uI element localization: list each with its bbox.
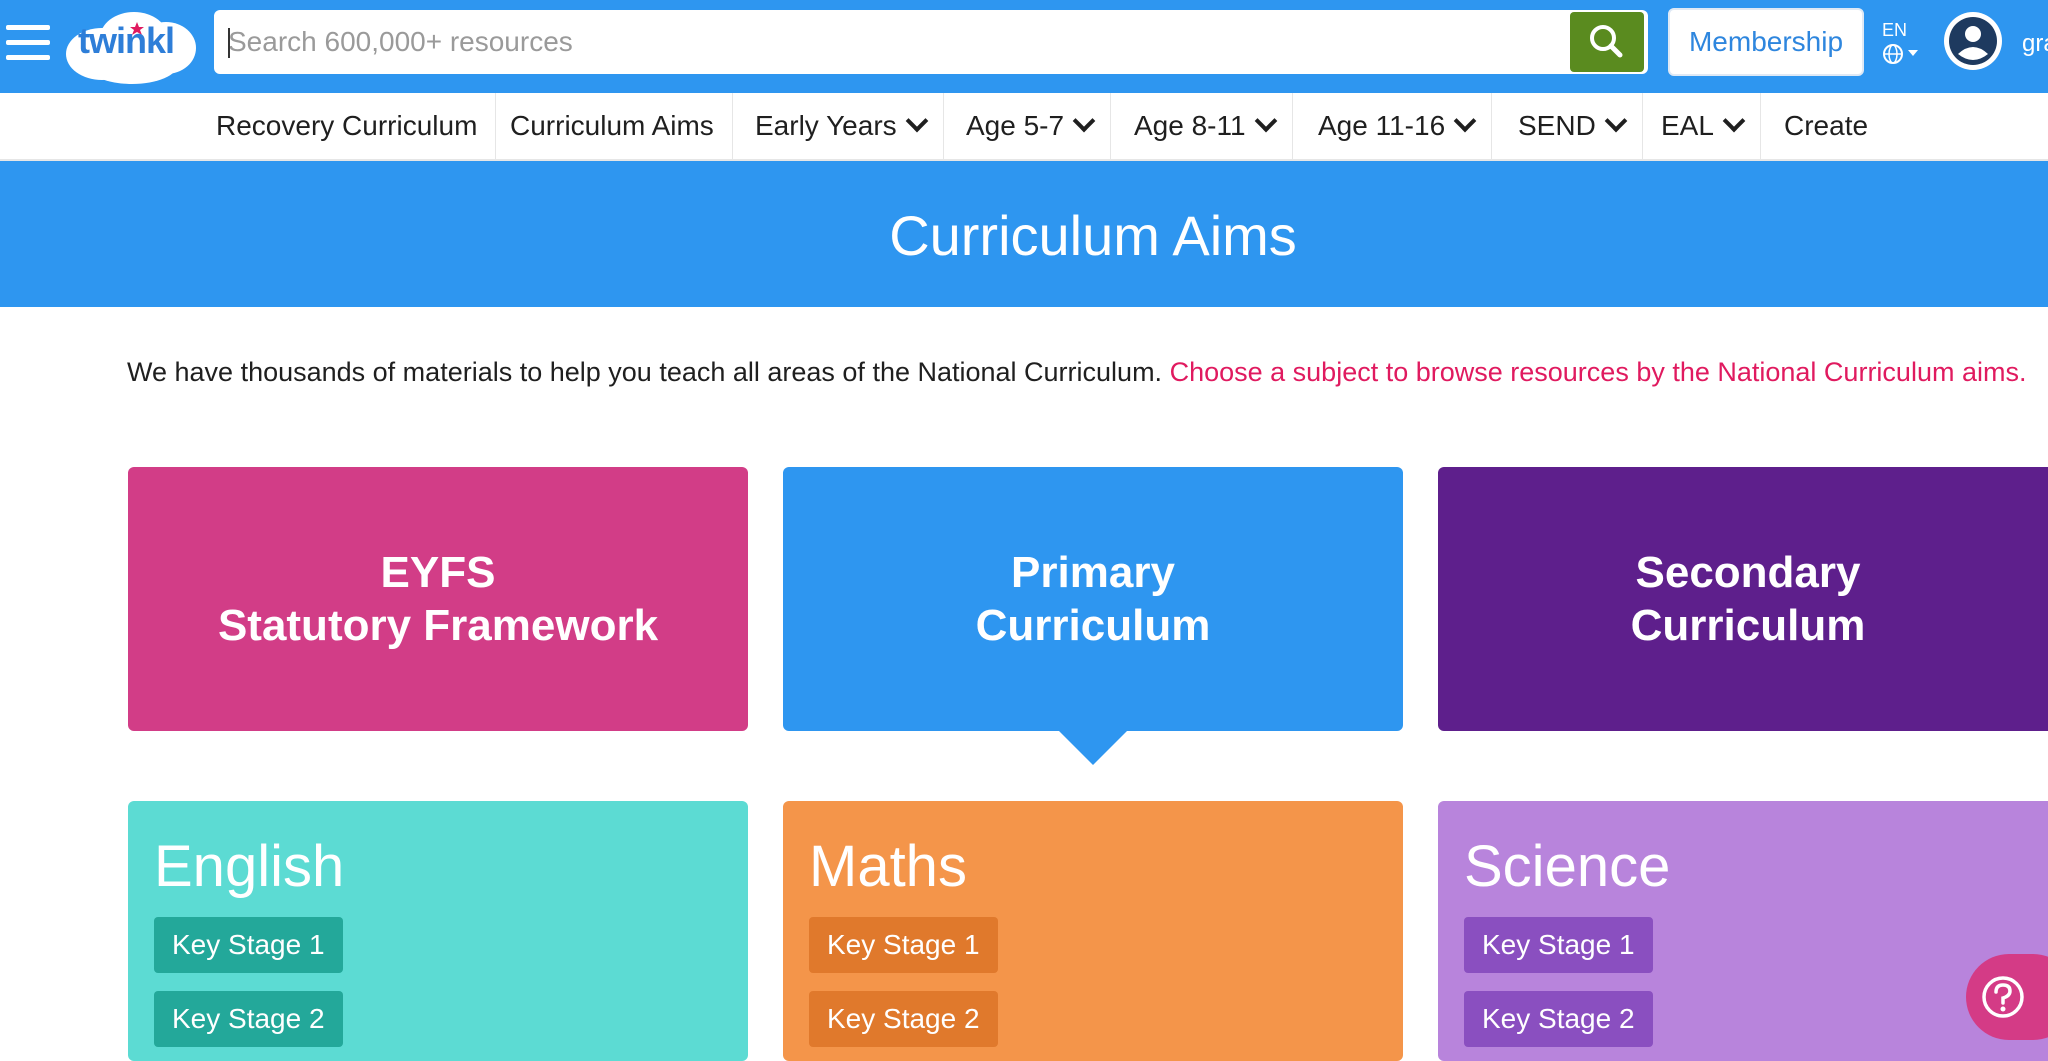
subject-card-english: English Key Stage 1 Key Stage 2 [128, 801, 748, 1061]
nav-item-send[interactable]: SEND [1500, 93, 1643, 159]
top-bar: twinkl Membership EN gra [0, 0, 2048, 93]
curriculum-card-primary[interactable]: Primary Curriculum [783, 467, 1403, 731]
chevron-down-icon [1072, 109, 1096, 133]
nav-item-age-11-16[interactable]: Age 11-16 [1300, 93, 1493, 159]
intro-description: We have thousands of materials to help y… [127, 357, 1163, 387]
curriculum-card-eyfs[interactable]: EYFS Statutory Framework [128, 467, 748, 731]
search-input[interactable] [228, 10, 1568, 74]
subject-title[interactable]: English [154, 833, 344, 900]
key-stage-2-button[interactable]: Key Stage 2 [1464, 991, 1653, 1047]
key-stage-1-button[interactable]: Key Stage 1 [1464, 917, 1653, 973]
nav-item-early-years[interactable]: Early Years [737, 93, 944, 159]
search-button[interactable] [1570, 12, 1644, 72]
membership-button[interactable]: Membership [1668, 8, 1864, 76]
help-button[interactable] [1966, 954, 2048, 1040]
search-bar [214, 10, 1648, 74]
logo-text: twinkl [78, 20, 175, 61]
subject-title[interactable]: Science [1464, 833, 1670, 900]
key-stage-2-button[interactable]: Key Stage 2 [809, 991, 998, 1047]
chevron-down-icon [1722, 109, 1746, 133]
selected-indicator-arrow [1058, 730, 1128, 765]
page-banner: Curriculum Aims [0, 161, 2048, 307]
chevron-down-icon [1254, 109, 1277, 133]
menu-icon[interactable] [6, 25, 50, 61]
nav-item-recovery-curriculum[interactable]: Recovery Curriculum [198, 93, 497, 159]
nav-item-create[interactable]: Create [1766, 93, 1886, 159]
nav-item-curriculum-aims[interactable]: Curriculum Aims [492, 93, 733, 159]
curriculum-card-line2: Curriculum [1630, 601, 1866, 650]
language-code: EN [1882, 20, 1908, 40]
curriculum-card-secondary[interactable]: Secondary Curriculum [1438, 467, 2048, 731]
globe-icon [1883, 44, 1918, 64]
chevron-down-icon [1453, 109, 1477, 133]
subject-card-maths: Maths Key Stage 1 Key Stage 2 [783, 801, 1403, 1061]
key-stage-1-button[interactable]: Key Stage 1 [809, 917, 998, 973]
nav-item-age-5-7[interactable]: Age 5-7 [948, 93, 1112, 159]
user-name[interactable]: gra [2022, 30, 2048, 58]
page-title: Curriculum Aims [889, 204, 1297, 267]
nav-item-eal[interactable]: EAL [1643, 93, 1761, 159]
chevron-down-icon [905, 109, 928, 133]
key-stage-1-button[interactable]: Key Stage 1 [154, 917, 343, 973]
nav-item-age-8-11[interactable]: Age 8-11 [1116, 93, 1293, 159]
user-avatar-icon[interactable] [1942, 10, 2004, 72]
subject-title[interactable]: Maths [809, 833, 967, 900]
curriculum-card-line1: Secondary [1635, 548, 1861, 597]
main-nav: Recovery Curriculum Curriculum Aims Earl… [0, 93, 2048, 161]
chevron-down-icon [1604, 109, 1628, 133]
intro-text: We have thousands of materials to help y… [127, 355, 2048, 390]
help-icon [1982, 976, 2024, 1018]
text-cursor [228, 28, 230, 58]
search-icon [1590, 25, 1623, 58]
curriculum-card-line1: Primary [1011, 548, 1175, 597]
curriculum-card-line2: Statutory Framework [217, 601, 659, 650]
curriculum-card-line1: EYFS [380, 548, 496, 597]
key-stage-2-button[interactable]: Key Stage 2 [154, 991, 343, 1047]
subject-card-science: Science Key Stage 1 Key Stage 2 [1438, 801, 2048, 1061]
intro-call-to-action: Choose a subject to browse resources by … [1169, 357, 2027, 387]
curriculum-card-line2: Curriculum [975, 601, 1211, 650]
